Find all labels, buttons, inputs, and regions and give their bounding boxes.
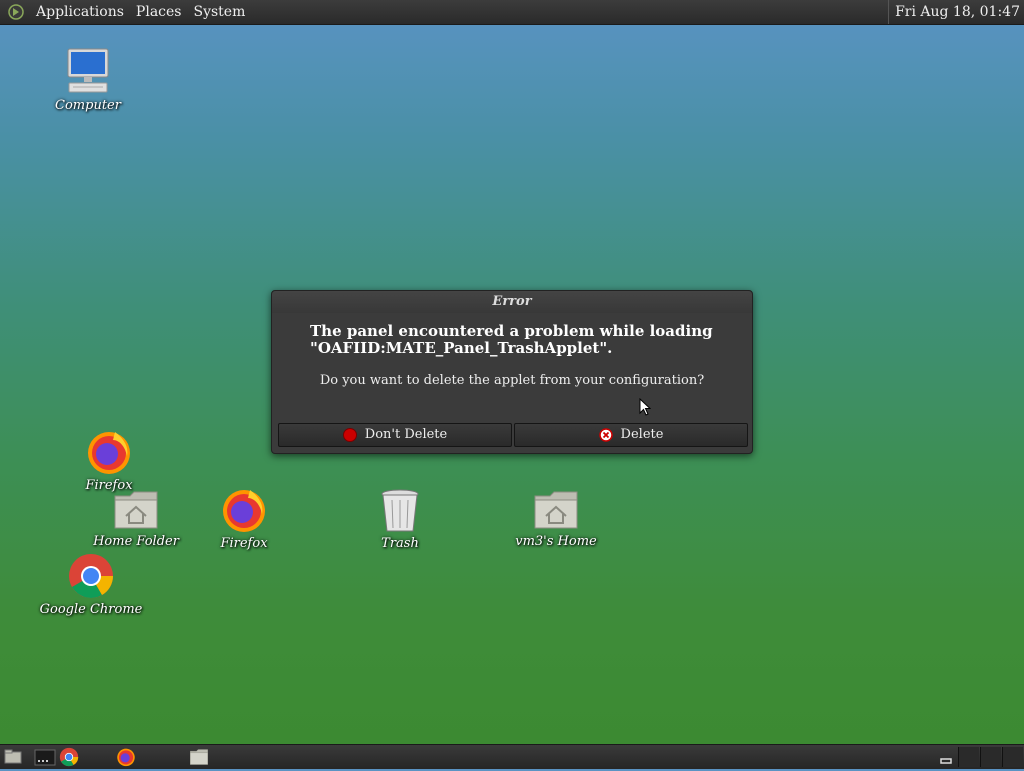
clock[interactable]: Fri Aug 18, 01:47 — [888, 0, 1024, 24]
window-list-icon[interactable] — [940, 751, 952, 771]
top-panel: Applications Places System Fri Aug 18, 0… — [0, 0, 1024, 25]
desktop-icon-label: vm3's Home — [515, 534, 597, 549]
desktop-icon-label: Trash — [381, 536, 419, 551]
workspace-2[interactable] — [980, 747, 1001, 767]
computer-icon — [67, 48, 109, 93]
dont-delete-button[interactable]: Don't Delete — [278, 423, 512, 447]
dialog-primary-text: The panel encountered a problem while lo… — [310, 323, 730, 357]
system-menu[interactable]: System — [187, 0, 251, 24]
desktop-icon-trash[interactable]: Trash — [345, 488, 455, 551]
applications-menu[interactable]: Applications — [30, 0, 130, 24]
firefox-icon — [223, 490, 265, 532]
workspace-1[interactable] — [958, 747, 979, 767]
dialog-primary-line: "OAFIID:MATE_Panel_TrashApplet". — [310, 339, 613, 357]
desktop-icon-label: Google Chrome — [39, 602, 143, 617]
chrome-icon[interactable] — [59, 747, 79, 767]
dont-delete-label: Don't Delete — [364, 427, 448, 442]
firefox-icon[interactable] — [116, 747, 136, 767]
desktop-icon-user-home[interactable]: vm3's Home — [501, 488, 611, 549]
home-folder-icon[interactable] — [189, 747, 209, 767]
delete-button[interactable]: Delete — [514, 423, 748, 447]
bottom-panel — [0, 744, 1024, 769]
trash-icon — [381, 489, 419, 532]
dialog-primary-line: The panel encountered a problem while lo… — [310, 322, 713, 340]
firefox-icon — [88, 432, 130, 474]
desktop-icon-label: Home Folder — [93, 534, 179, 549]
stop-icon — [342, 428, 357, 442]
desktop-icon-label: Firefox — [220, 536, 268, 551]
dialog-secondary-text: Do you want to delete the applet from yo… — [319, 373, 705, 388]
delete-label: Delete — [620, 427, 664, 442]
workspace-3[interactable] — [1002, 747, 1023, 767]
desktop-icon-firefox-2[interactable]: Firefox — [189, 486, 299, 551]
desktop-icon-firefox[interactable]: Firefox — [54, 428, 164, 493]
error-dialog: Error The panel encountered a problem wh… — [271, 290, 753, 454]
show-desktop-icon[interactable] — [3, 747, 23, 767]
chrome-icon — [69, 554, 113, 598]
desktop-icon-label: Computer — [55, 98, 121, 113]
terminal-icon[interactable] — [34, 747, 56, 767]
mouse-cursor-icon — [639, 398, 651, 416]
desktop-icon-google-chrome[interactable]: Google Chrome — [36, 552, 146, 617]
desktop-icon-home-folder[interactable]: Home Folder — [81, 488, 191, 549]
delete-icon — [598, 428, 613, 442]
places-menu[interactable]: Places — [130, 0, 188, 24]
desktop-icon-computer[interactable]: Computer — [33, 46, 143, 113]
home-folder-icon — [114, 491, 158, 529]
mate-menu-icon[interactable] — [8, 4, 24, 20]
dialog-title[interactable]: Error — [272, 291, 752, 313]
home-folder-icon — [534, 491, 578, 529]
